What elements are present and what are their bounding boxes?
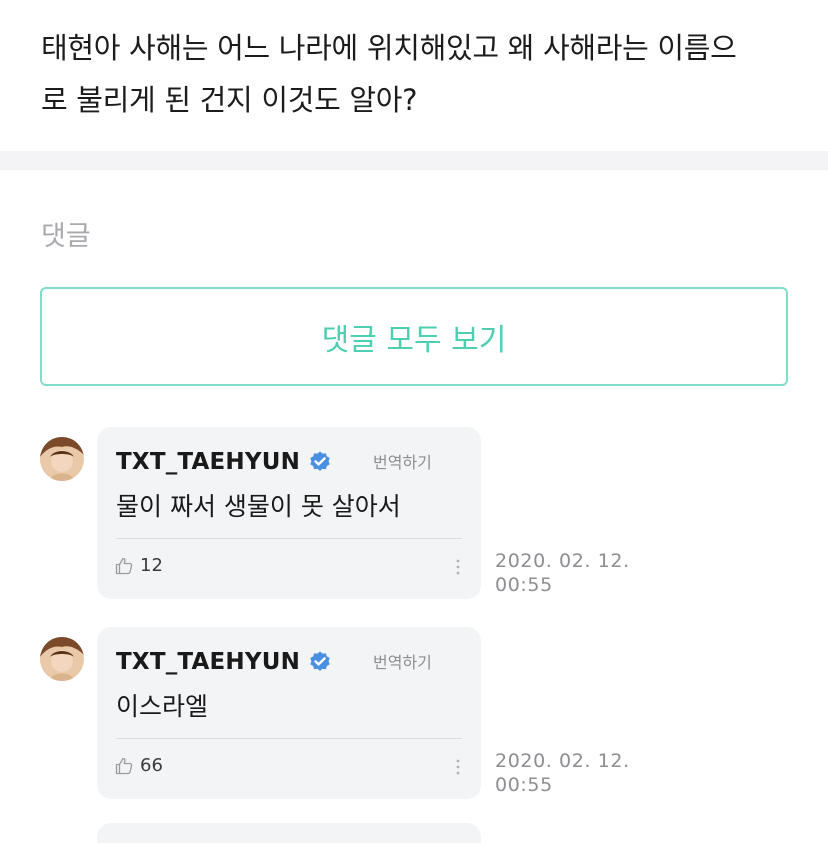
comment-date: 2020. 02. 12. bbox=[495, 750, 630, 772]
comment-text: 이스라엘 bbox=[116, 692, 209, 721]
like-button[interactable]: 66 bbox=[114, 755, 163, 776]
post-text-line-2: 로 불리게 된 건지 이것도 알아? bbox=[41, 83, 418, 117]
comment-item: TXT_TAEHYUN 번역하기 이스라엘 66 2020. 02. 12. 0… bbox=[0, 627, 828, 799]
verified-badge-icon bbox=[308, 650, 332, 674]
comment-date: 2020. 02. 12. bbox=[495, 550, 630, 572]
comment-timestamp: 2020. 02. 12. 00:55 bbox=[495, 549, 630, 597]
thumbs-up-icon bbox=[115, 557, 133, 574]
post-question: 태현아 사해는 어느 나라에 위치해있고 왜 사해라는 이름으 로 불리게 된 … bbox=[41, 22, 801, 126]
section-divider bbox=[0, 151, 828, 170]
translate-link[interactable]: 번역하기 bbox=[373, 649, 432, 673]
comment-author-row: TXT_TAEHYUN bbox=[116, 649, 332, 675]
verified-badge-icon bbox=[308, 450, 332, 474]
comment-author[interactable]: TXT_TAEHYUN bbox=[116, 649, 300, 675]
next-comment-bubble-peek bbox=[97, 823, 481, 843]
like-count: 66 bbox=[140, 755, 163, 776]
bubble-divider bbox=[116, 538, 462, 539]
bubble-divider bbox=[116, 738, 462, 739]
more-vertical-icon[interactable] bbox=[452, 557, 464, 577]
more-vertical-icon[interactable] bbox=[452, 757, 464, 777]
comment-timestamp: 2020. 02. 12. 00:55 bbox=[495, 749, 630, 797]
like-count: 12 bbox=[140, 555, 163, 576]
like-button[interactable]: 12 bbox=[114, 555, 163, 576]
comment-author-row: TXT_TAEHYUN bbox=[116, 449, 332, 475]
avatar[interactable] bbox=[40, 437, 84, 481]
translate-link[interactable]: 번역하기 bbox=[373, 449, 432, 473]
comments-heading: 댓글 bbox=[41, 221, 91, 252]
comment-bubble: TXT_TAEHYUN 번역하기 물이 짜서 생물이 못 살아서 12 bbox=[97, 427, 481, 599]
comment-author[interactable]: TXT_TAEHYUN bbox=[116, 449, 300, 475]
thumbs-up-icon bbox=[115, 757, 133, 774]
comment-time: 00:55 bbox=[495, 574, 553, 596]
comment-text: 물이 짜서 생물이 못 살아서 bbox=[116, 492, 401, 521]
view-all-comments-button[interactable]: 댓글 모두 보기 bbox=[40, 287, 788, 386]
avatar[interactable] bbox=[40, 637, 84, 681]
comment-bubble: TXT_TAEHYUN 번역하기 이스라엘 66 bbox=[97, 627, 481, 799]
comment-item: TXT_TAEHYUN 번역하기 물이 짜서 생물이 못 살아서 12 2020… bbox=[0, 427, 828, 599]
post-text-line-1: 태현아 사해는 어느 나라에 위치해있고 왜 사해라는 이름으 bbox=[41, 31, 737, 65]
comment-time: 00:55 bbox=[495, 774, 553, 796]
